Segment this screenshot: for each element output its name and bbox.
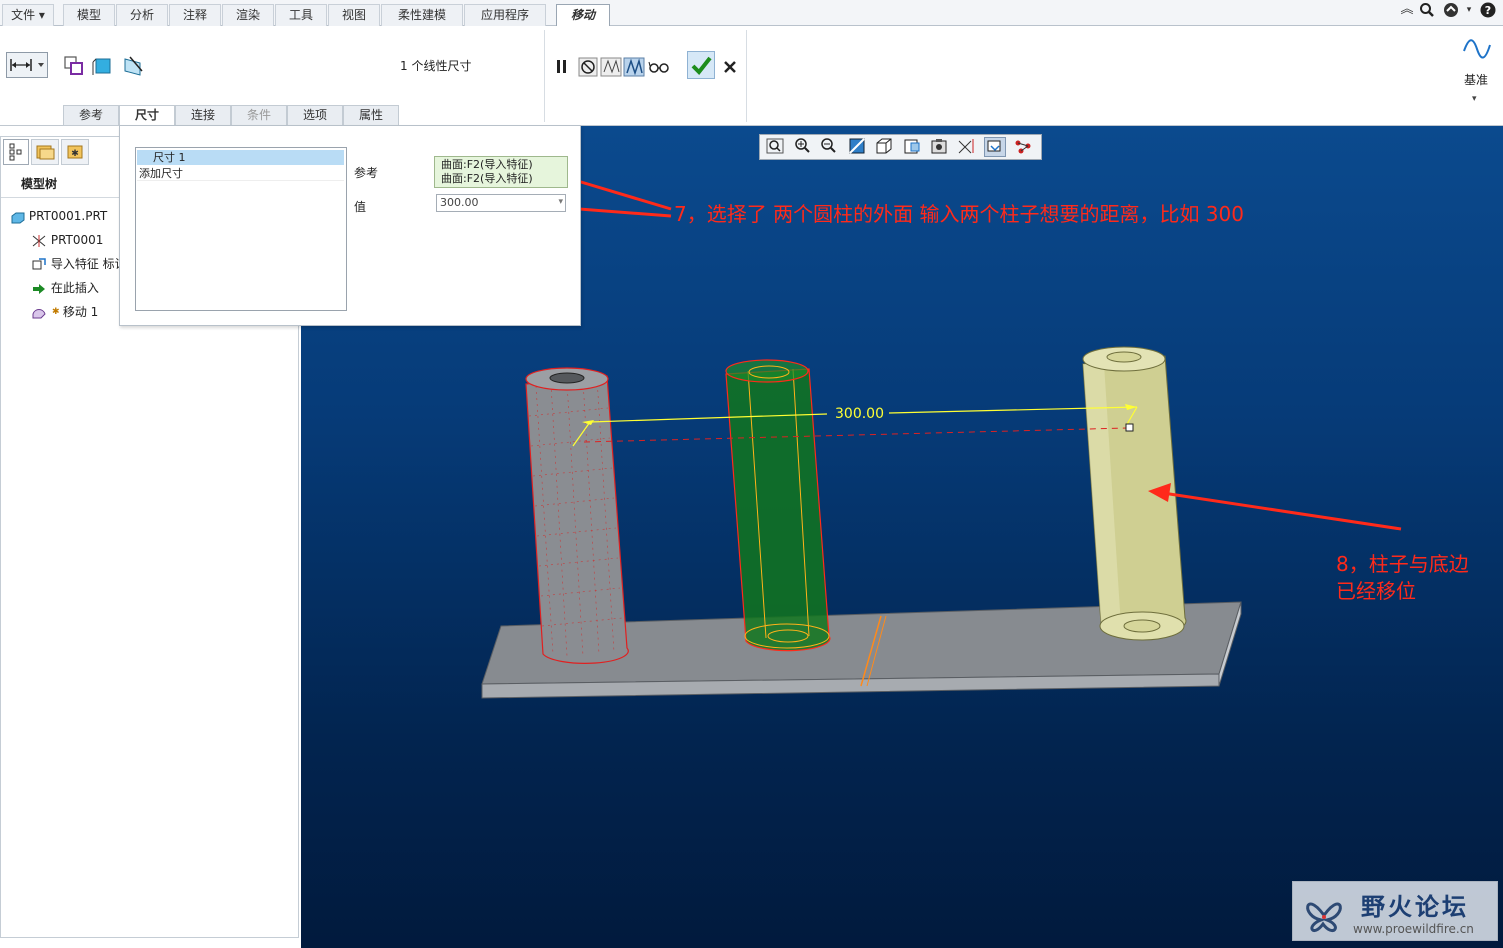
reference-label: 参考 bbox=[354, 166, 379, 180]
tab-tools[interactable]: 工具 bbox=[275, 4, 327, 26]
datum-display-icon[interactable] bbox=[956, 137, 978, 157]
refit-icon[interactable] bbox=[764, 137, 786, 157]
folder-browser-tab-icon[interactable] bbox=[31, 139, 59, 165]
reference-surface-2: 曲面:F2(导入特征) bbox=[441, 172, 533, 185]
subtab-dimensions[interactable]: 尺寸 bbox=[119, 105, 175, 126]
no-preview-icon[interactable] bbox=[577, 56, 598, 77]
annotation-step8-line1: 8，柱子与底边 bbox=[1336, 552, 1469, 576]
ribbon-separator bbox=[746, 30, 747, 122]
dimension-value-text[interactable]: 300.00 bbox=[835, 406, 884, 422]
annotation-step8-line2: 已经移位 bbox=[1336, 579, 1416, 603]
annotation-display-icon[interactable] bbox=[984, 137, 1006, 157]
ribbon: 1 个线性尺寸 基准 ▾ 参考 尺寸 连接 条件 选项 属性 bbox=[0, 26, 1503, 126]
search-icon[interactable] bbox=[1419, 2, 1435, 18]
tree-item-label: PRT0001.PRT bbox=[28, 209, 108, 223]
svg-text:✱: ✱ bbox=[52, 307, 59, 317]
model-tree-title: 模型树 bbox=[21, 177, 58, 191]
cancel-button[interactable] bbox=[719, 56, 739, 76]
dimension-panel: 尺寸 1 添加尺寸 参考 曲面:F2(导入特征) 曲面:F2(导入特征) 值 3… bbox=[119, 125, 581, 326]
reference-plane-icon[interactable] bbox=[121, 54, 145, 76]
tab-view[interactable]: 视图 bbox=[328, 4, 380, 26]
cylinder-left[interactable] bbox=[525, 367, 629, 664]
subtab-connect[interactable]: 连接 bbox=[175, 105, 231, 126]
tree-item-import-feature[interactable]: 导入特征 标记 bbox=[31, 255, 121, 273]
spin-center-icon[interactable] bbox=[1012, 137, 1034, 157]
tree-item-csys[interactable]: PRT0001 bbox=[31, 231, 103, 249]
value-dropdown-icon[interactable]: ▾ bbox=[558, 197, 563, 207]
svg-text:?: ? bbox=[1485, 4, 1491, 17]
reference-surface-1: 曲面:F2(导入特征) bbox=[441, 158, 533, 171]
move-type-dropdown[interactable] bbox=[6, 52, 48, 78]
coordinate-system-icon bbox=[31, 234, 47, 248]
help-icon[interactable]: ? bbox=[1480, 2, 1496, 18]
dimension-value-input[interactable]: 300.00 ▾ bbox=[436, 194, 566, 212]
menu-bar: 文件 ▾ 模型 分析 注释 渲染 工具 视图 柔性建模 应用程序 移动 ︽ ▾ … bbox=[0, 0, 1503, 27]
watermark-title: 野火论坛 bbox=[1361, 893, 1469, 921]
saved-orientations-icon[interactable] bbox=[901, 137, 923, 157]
preview-geometry-icon[interactable] bbox=[599, 56, 622, 77]
repaint-icon[interactable] bbox=[846, 137, 868, 157]
ribbon-separator bbox=[544, 30, 545, 122]
move-feature-icon: ✱ bbox=[31, 306, 60, 320]
tab-analysis[interactable]: 分析 bbox=[116, 4, 168, 26]
dimension-count-text: 1 个线性尺寸 bbox=[400, 59, 472, 73]
tree-item-label: PRT0001 bbox=[50, 233, 104, 247]
subtab-conditions[interactable]: 条件 bbox=[231, 105, 287, 126]
view-toolbar bbox=[759, 134, 1042, 160]
tree-item-label: 移动 1 bbox=[62, 305, 99, 319]
view-manager-icon[interactable] bbox=[929, 137, 951, 157]
display-style-icon[interactable] bbox=[873, 137, 895, 157]
tree-item-label: 导入特征 标记 bbox=[50, 257, 121, 271]
subtab-properties[interactable]: 属性 bbox=[343, 105, 399, 126]
tab-applications[interactable]: 应用程序 bbox=[464, 4, 546, 26]
file-menu[interactable]: 文件 ▾ bbox=[2, 4, 54, 26]
value-label: 值 bbox=[354, 200, 367, 214]
svg-text:✱: ✱ bbox=[71, 149, 79, 159]
part-icon bbox=[11, 211, 25, 223]
tree-item-insert-here[interactable]: 在此插入 bbox=[31, 279, 99, 297]
verify-preview-icon[interactable] bbox=[622, 56, 645, 77]
tree-item-label: 在此插入 bbox=[50, 281, 99, 295]
tree-item-move-1[interactable]: ✱ 移动 1 bbox=[31, 303, 98, 321]
community-icon[interactable] bbox=[1443, 2, 1459, 18]
zoom-out-icon[interactable] bbox=[818, 137, 840, 157]
annotation-step7: 7，选择了 两个圆柱的外面 输入两个柱子想要的距离，比如 300 bbox=[674, 202, 1244, 226]
tab-flexible-modeling[interactable]: 柔性建模 bbox=[381, 4, 463, 26]
datum-curve-icon[interactable] bbox=[1460, 34, 1492, 62]
tab-model[interactable]: 模型 bbox=[63, 4, 115, 26]
insert-arrow-icon bbox=[31, 282, 47, 296]
glasses-preview-icon[interactable] bbox=[646, 56, 670, 76]
dimension-list-item-selected[interactable]: 尺寸 1 bbox=[137, 150, 344, 165]
watermark-url: www.proewildfire.cn bbox=[1353, 922, 1474, 936]
tab-annotate[interactable]: 注释 bbox=[169, 4, 221, 26]
favorites-tab-icon[interactable]: ✱ bbox=[61, 139, 89, 165]
tree-item-part[interactable]: PRT0001.PRT bbox=[11, 207, 107, 225]
subtab-references[interactable]: 参考 bbox=[63, 105, 119, 126]
butterfly-logo-icon bbox=[1299, 886, 1349, 938]
tab-render[interactable]: 渲染 bbox=[222, 4, 274, 26]
dimension-list: 尺寸 1 添加尺寸 bbox=[135, 147, 347, 311]
datum-label[interactable]: 基准 bbox=[1464, 71, 1488, 88]
import-feature-icon bbox=[31, 257, 47, 272]
cylinder-right[interactable] bbox=[1082, 346, 1187, 641]
confirm-button[interactable] bbox=[687, 51, 715, 79]
cylinder-middle[interactable] bbox=[725, 359, 831, 652]
copy-geometry-icon[interactable] bbox=[62, 54, 84, 76]
subtab-options[interactable]: 选项 bbox=[287, 105, 343, 126]
model-tree-tab-icon[interactable] bbox=[3, 139, 29, 165]
forum-watermark: 野火论坛 www.proewildfire.cn bbox=[1292, 881, 1498, 941]
datum-dropdown-icon[interactable]: ▾ bbox=[1472, 94, 1477, 104]
zoom-in-icon[interactable] bbox=[792, 137, 814, 157]
dimension-value-text-field: 300.00 bbox=[440, 196, 479, 209]
collapse-ribbon-icon[interactable]: ︽ bbox=[1399, 2, 1415, 18]
add-dimension-item[interactable]: 添加尺寸 bbox=[137, 166, 344, 181]
reference-collector[interactable]: 曲面:F2(导入特征) 曲面:F2(导入特征) bbox=[434, 156, 568, 188]
surface-icon[interactable] bbox=[90, 54, 112, 76]
pause-icon[interactable] bbox=[552, 56, 570, 76]
community-dropdown-icon[interactable]: ▾ bbox=[1461, 2, 1477, 18]
file-menu-label: 文件 bbox=[11, 8, 36, 22]
tab-move[interactable]: 移动 bbox=[556, 4, 610, 27]
